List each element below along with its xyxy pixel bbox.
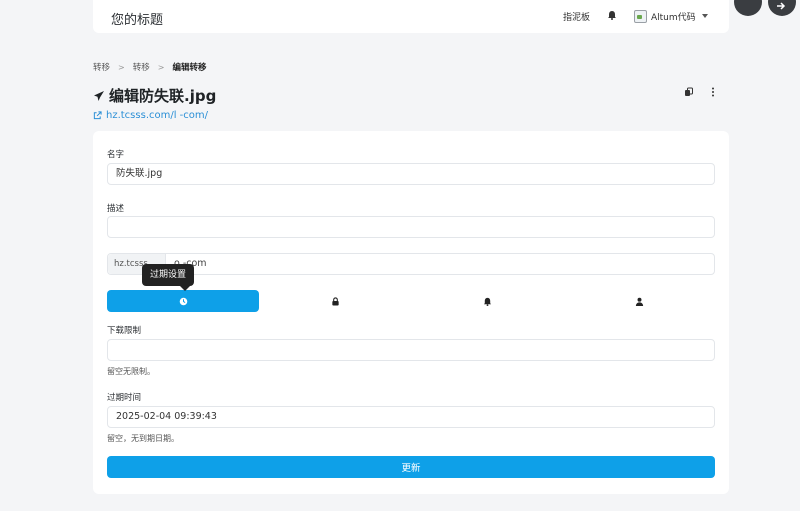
name-input[interactable]: 防失联.jpg xyxy=(107,163,715,185)
download-limit-help: 留空无限制。 xyxy=(107,367,155,376)
breadcrumb: 转移 > 转移 > 编辑转移 xyxy=(93,61,207,74)
title-actions xyxy=(684,87,718,97)
description-label: 描述 xyxy=(107,204,125,214)
user-icon xyxy=(635,297,643,306)
username: Altum代码 xyxy=(651,12,696,23)
bell-icon xyxy=(483,297,491,306)
short-link-row[interactable]: hz.tcsss.com/l -com/ xyxy=(93,110,208,121)
paper-plane-icon xyxy=(94,90,104,101)
expiry-input[interactable]: 2025-02-04 09:39:43 xyxy=(107,406,715,428)
url-field[interactable]: hz.tcsss o -com xyxy=(107,253,715,275)
download-limit-label: 下载限制 xyxy=(107,326,142,336)
expiry-help: 留空，无到期日期。 xyxy=(107,434,179,443)
page-title: 编辑防失联.jpg xyxy=(109,87,217,105)
more-vertical-icon[interactable] xyxy=(708,87,718,97)
update-button[interactable]: 更新 xyxy=(107,456,715,478)
copy-icon[interactable] xyxy=(684,87,694,97)
site-title[interactable]: 您的标题 xyxy=(111,9,163,28)
tab-expiry[interactable] xyxy=(107,290,259,312)
expiry-label: 过期时间 xyxy=(107,393,142,403)
page-title-row: 编辑防失联.jpg xyxy=(93,85,216,106)
chevron-right-icon: > xyxy=(157,62,165,72)
corner-button-left[interactable] xyxy=(734,0,762,16)
settings-tabs xyxy=(107,290,715,312)
top-header: 您的标题 指泥板 Altum代码 xyxy=(93,0,729,33)
tooltip: 过期设置 xyxy=(142,264,195,291)
external-link-icon xyxy=(93,111,102,120)
arrow-right-icon xyxy=(777,2,786,10)
avatar xyxy=(634,9,647,23)
name-label: 名字 xyxy=(107,150,125,160)
clock-icon xyxy=(179,297,187,305)
user-menu[interactable]: Altum代码 xyxy=(634,8,708,24)
breadcrumb-current: 编辑转移 xyxy=(172,63,207,73)
download-limit-input[interactable] xyxy=(107,339,715,361)
breadcrumb-item-1[interactable]: 转移 xyxy=(93,61,110,73)
notification-bell-icon[interactable] xyxy=(607,10,617,20)
description-input[interactable] xyxy=(107,216,715,238)
edit-form-card: 名字 防失联.jpg 描述 hz.tcsss o -com 下 xyxy=(93,131,729,494)
clipboard-link[interactable]: 指泥板 xyxy=(563,10,590,23)
chevron-down-icon xyxy=(701,14,708,18)
tab-password[interactable] xyxy=(259,290,411,312)
short-link[interactable]: hz.tcsss.com/l -com/ xyxy=(106,110,208,121)
breadcrumb-item-2[interactable]: 转移 xyxy=(133,61,150,73)
chevron-right-icon: > xyxy=(118,62,125,72)
lock-icon xyxy=(331,296,339,306)
corner-button-right[interactable] xyxy=(768,0,796,16)
tab-notifications[interactable] xyxy=(411,290,563,312)
tab-user[interactable] xyxy=(563,290,715,312)
